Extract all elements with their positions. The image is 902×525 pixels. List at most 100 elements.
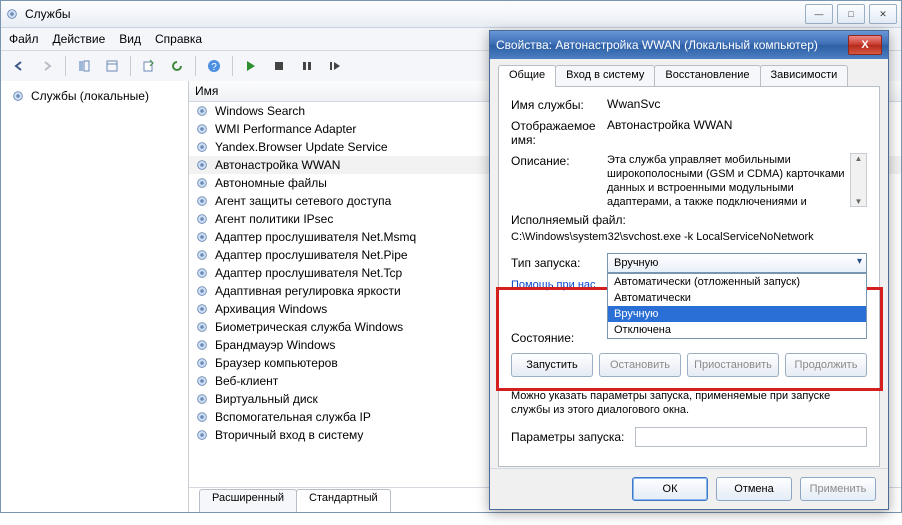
minimize-button[interactable]: — <box>805 4 833 24</box>
label-display-name: Отображаемое имя: <box>511 118 607 147</box>
value-exec: C:\Windows\system32\svchost.exe -k Local… <box>511 231 867 243</box>
tab-recovery[interactable]: Восстановление <box>654 65 760 87</box>
gear-icon <box>195 320 209 334</box>
startup-option[interactable]: Вручную <box>608 306 866 322</box>
label-state: Состояние: <box>511 331 574 345</box>
gear-icon <box>195 428 209 442</box>
gear-icon <box>195 374 209 388</box>
service-name: Адаптер прослушивателя Net.Pipe <box>215 248 408 262</box>
menu-action[interactable]: Действие <box>53 32 106 46</box>
dialog-close-button[interactable]: X <box>848 35 882 55</box>
gear-icon <box>195 122 209 136</box>
service-name: Браузер компьютеров <box>215 356 338 370</box>
start-button[interactable]: Запустить <box>511 353 593 377</box>
gear-icon <box>195 248 209 262</box>
export-button[interactable] <box>137 54 161 78</box>
resume-button: Продолжить <box>785 353 867 377</box>
menu-view[interactable]: Вид <box>119 32 141 46</box>
restart-button[interactable] <box>323 54 347 78</box>
gear-icon <box>195 338 209 352</box>
tab-logon[interactable]: Вход в систему <box>555 65 655 87</box>
show-hide-tree-button[interactable] <box>72 54 96 78</box>
tab-dependencies[interactable]: Зависимости <box>760 65 849 87</box>
label-params: Параметры запуска: <box>511 430 635 444</box>
service-name: Автономные файлы <box>215 176 327 190</box>
gear-icon <box>195 392 209 406</box>
label-description: Описание: <box>511 153 607 168</box>
service-name: Автонастройка WWAN <box>215 158 340 172</box>
gear-icon <box>195 230 209 244</box>
gear-icon <box>195 410 209 424</box>
startup-type-select[interactable]: Вручную <box>607 253 867 273</box>
main-title: Службы <box>25 7 70 21</box>
service-name: Агент защиты сетевого доступа <box>215 194 391 208</box>
service-name: Адаптивная регулировка яркости <box>215 284 401 298</box>
svg-text:?: ? <box>211 62 217 73</box>
service-name: Архивация Windows <box>215 302 327 316</box>
label-exec: Исполняемый файл: <box>511 213 867 227</box>
main-close-button[interactable]: ✕ <box>869 4 897 24</box>
startup-option[interactable]: Отключена <box>608 322 866 338</box>
label-startup-type: Тип запуска: <box>511 256 607 270</box>
service-name: Вспомогательная служба IP <box>215 410 371 424</box>
refresh-button[interactable] <box>165 54 189 78</box>
service-name: WMI Performance Adapter <box>215 122 356 136</box>
dialog-footer: ОК Отмена Применить <box>490 468 888 509</box>
service-name: Вторичный вход в систему <box>215 428 363 442</box>
back-button[interactable] <box>7 54 31 78</box>
params-input[interactable] <box>635 427 867 447</box>
gear-icon <box>11 89 25 103</box>
gear-icon <box>195 356 209 370</box>
value-display-name: Автонастройка WWAN <box>607 118 867 132</box>
tab-panel-general: Имя службы: WwanSvc Отображаемое имя: Ав… <box>498 86 880 467</box>
service-name: Веб-клиент <box>215 374 278 388</box>
services-icon <box>5 7 19 21</box>
main-titlebar: Службы — □ ✕ <box>1 1 901 28</box>
label-service-name: Имя службы: <box>511 97 607 112</box>
pause-button[interactable] <box>295 54 319 78</box>
pause-button-dlg: Приостановить <box>687 353 779 377</box>
dialog-tabs: Общие Вход в систему Восстановление Зави… <box>498 65 880 87</box>
tab-standard[interactable]: Стандартный <box>296 489 391 512</box>
stop-button[interactable] <box>267 54 291 78</box>
tab-extended[interactable]: Расширенный <box>199 489 297 512</box>
dialog-title: Свойства: Автонастройка WWAN (Локальный … <box>496 38 818 52</box>
properties-toolbar-button[interactable] <box>100 54 124 78</box>
cancel-button[interactable]: Отмена <box>716 477 792 501</box>
properties-dialog: Свойства: Автонастройка WWAN (Локальный … <box>489 30 889 510</box>
maximize-button[interactable]: □ <box>837 4 865 24</box>
service-name: Yandex.Browser Update Service <box>215 140 388 154</box>
gear-icon <box>195 140 209 154</box>
startup-selected-value: Вручную <box>614 257 658 269</box>
menu-file[interactable]: Файл <box>9 32 39 46</box>
service-name: Виртуальный диск <box>215 392 318 406</box>
service-name: Windows Search <box>215 104 305 118</box>
startup-type-dropdown[interactable]: Автоматически (отложенный запуск)Автомат… <box>607 273 867 339</box>
service-name: Агент политики IPsec <box>215 212 333 226</box>
gear-icon <box>195 266 209 280</box>
service-name: Адаптер прослушивателя Net.Msmq <box>215 230 416 244</box>
gear-icon <box>195 302 209 316</box>
forward-button[interactable] <box>35 54 59 78</box>
gear-icon <box>195 158 209 172</box>
description-scrollbar[interactable]: ▲▼ <box>850 153 867 207</box>
menu-help[interactable]: Справка <box>155 32 202 46</box>
gear-icon <box>195 104 209 118</box>
stop-button-dlg: Остановить <box>599 353 681 377</box>
value-description: Эта служба управляет мобильными широкопо… <box>607 153 850 207</box>
console-tree[interactable]: Службы (локальные) <box>1 81 189 512</box>
startup-option[interactable]: Автоматически <box>608 290 866 306</box>
gear-icon <box>195 284 209 298</box>
startup-option[interactable]: Автоматически (отложенный запуск) <box>608 274 866 290</box>
help-button[interactable]: ? <box>202 54 226 78</box>
play-button[interactable] <box>239 54 263 78</box>
tree-item-local-services[interactable]: Службы (локальные) <box>7 87 182 105</box>
service-name: Брандмауэр Windows <box>215 338 335 352</box>
value-service-name: WwanSvc <box>607 97 867 111</box>
tree-label: Службы (локальные) <box>31 89 149 103</box>
tab-general[interactable]: Общие <box>498 65 556 87</box>
apply-button: Применить <box>800 477 876 501</box>
ok-button[interactable]: ОК <box>632 477 708 501</box>
service-name: Адаптер прослушивателя Net.Tcp <box>215 266 402 280</box>
startup-hint: Можно указать параметры запуска, применя… <box>511 389 867 417</box>
